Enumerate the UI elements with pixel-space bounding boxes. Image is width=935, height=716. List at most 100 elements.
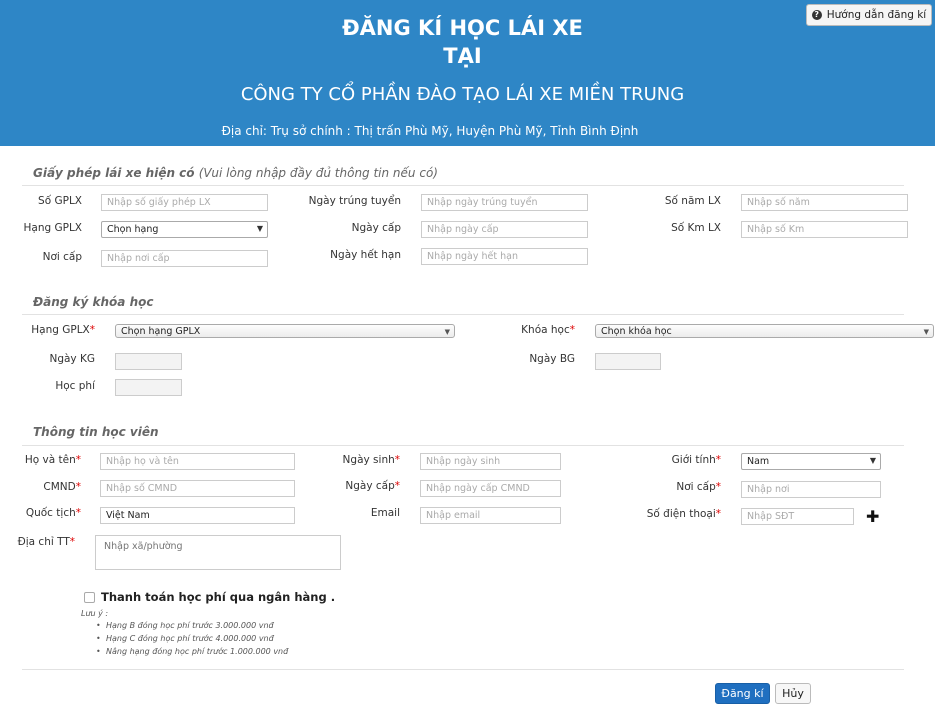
ngay-kg-field	[115, 353, 182, 370]
quoc-tich-input[interactable]: Việt Nam	[100, 507, 295, 524]
label-so-gplx: Số GPLX	[38, 195, 82, 207]
divider	[22, 445, 904, 446]
noi-cap-input[interactable]: Nhập nơi cấp	[101, 250, 268, 267]
divider	[22, 185, 904, 186]
label-gioi-tinh: Giới tính*	[630, 454, 721, 466]
ho-ten-input[interactable]: Nhập họ và tên	[100, 453, 295, 470]
gioi-tinh-select[interactable]: Nam ▼	[741, 453, 881, 470]
caret-down-icon: ▼	[256, 224, 263, 233]
label-ngay-het-han: Ngày hết hạn	[330, 249, 401, 261]
student-noi-cap-input[interactable]: Nhập nơi	[741, 481, 881, 498]
course-section-title: Đăng ký khóa học	[33, 295, 154, 309]
ngay-het-han-input[interactable]: Nhập ngày hết hạn	[421, 248, 588, 265]
page-title-line2: TẠI	[443, 44, 482, 68]
list-item: Hạng C đóng học phí trước 4.000.000 vnđ	[96, 634, 288, 647]
so-gplx-input[interactable]: Nhập số giấy phép LX	[101, 194, 268, 211]
student-section-title: Thông tin học viên	[33, 425, 159, 439]
divider	[22, 669, 904, 670]
bank-payment-label: Thanh toán học phí qua ngân hàng .	[101, 590, 336, 604]
ngay-cap-input[interactable]: Nhập ngày cấp	[421, 221, 588, 238]
question-circle-icon: ?	[811, 10, 822, 20]
required-mark: *	[69, 536, 75, 548]
quoc-tich-label-text: Quốc tịch	[25, 507, 76, 519]
divider	[22, 314, 904, 315]
bank-payment-checkbox[interactable]	[84, 592, 95, 603]
so-km-lx-input[interactable]: Nhập số Km	[741, 221, 908, 238]
header-banner: ĐĂNG KÍ HỌC LÁI XE TẠI CÔNG TY CỔ PHẦN Đ…	[0, 0, 935, 146]
cancel-button[interactable]: Hủy	[775, 683, 811, 704]
label-quoc-tich: Quốc tịch*	[10, 507, 81, 519]
so-nam-lx-input[interactable]: Nhập số năm	[741, 194, 908, 211]
course-hang-gplx-select[interactable]: Chọn hạng GPLX ▼	[115, 324, 455, 338]
gioi-tinh-label-text: Giới tính	[671, 454, 716, 466]
label-email: Email	[370, 507, 400, 519]
label-ngay-bg: Ngày BG	[529, 353, 575, 365]
label-hoc-phi: Học phí	[55, 380, 95, 392]
page-title: ĐĂNG KÍ HỌC LÁI XE	[342, 16, 583, 40]
label-student-noi-cap: Nơi cấp*	[630, 481, 721, 493]
submit-button[interactable]: Đăng kí	[715, 683, 770, 704]
required-mark: *	[394, 454, 400, 466]
required-mark: *	[569, 324, 575, 336]
email-input[interactable]: Nhập email	[420, 507, 561, 524]
required-mark: *	[715, 481, 721, 493]
label-course-hang-gplx: Hạng GPLX*	[20, 324, 95, 336]
ngay-bg-field	[595, 353, 661, 370]
label-dia-chi: Địa chỉ TT*	[5, 536, 75, 548]
note-list: Hạng B đóng học phí trước 3.000.000 vnđ …	[96, 621, 288, 660]
caret-down-icon: ▼	[869, 456, 876, 465]
label-hang-gplx: Hạng GPLX	[23, 222, 83, 234]
license-note-text: (Vui lòng nhập đầy đủ thông tin nếu có)	[198, 166, 438, 180]
registration-page: ĐĂNG KÍ HỌC LÁI XE TẠI CÔNG TY CỔ PHẦN Đ…	[0, 0, 935, 716]
label-so-nam-lx: Số năm LX	[664, 195, 721, 207]
required-mark: *	[75, 481, 81, 493]
list-item: Hạng B đóng học phí trước 3.000.000 vnđ	[96, 621, 288, 634]
required-mark: *	[75, 507, 81, 519]
cmnd-label-text: CMND	[43, 481, 76, 493]
list-item: Nâng hạng đóng học phí trước 1.000.000 v…	[96, 647, 288, 660]
student-ngay-cap-label-text: Ngày cấp	[345, 480, 395, 492]
license-title-text: Giấy phép lái xe hiện có	[33, 166, 195, 180]
ngay-trung-tuyen-input[interactable]: Nhập ngày trúng tuyển	[421, 194, 588, 211]
company-name: CÔNG TY CỔ PHẦN ĐÀO TẠO LÁI XE MIỀN TRUN…	[240, 84, 685, 105]
caret-down-icon: ▼	[923, 328, 929, 336]
ho-ten-label-text: Họ và tên	[24, 454, 76, 466]
label-ngay-sinh: Ngày sinh*	[320, 454, 400, 466]
label-ngay-kg: Ngày KG	[49, 353, 95, 365]
caret-down-icon: ▼	[444, 328, 450, 336]
student-ngay-cap-input[interactable]: Nhập ngày cấp CMND	[420, 480, 561, 497]
ngay-sinh-input[interactable]: Nhập ngày sinh	[420, 453, 561, 470]
so-dien-thoai-label-text: Số điện thoại	[646, 508, 716, 520]
gioi-tinh-value: Nam	[747, 456, 770, 467]
help-button[interactable]: ? Hướng dẫn đăng kí	[806, 4, 932, 26]
label-ngay-cap: Ngày cấp	[351, 222, 401, 234]
help-button-label: Hướng dẫn đăng kí	[826, 9, 927, 21]
required-mark: *	[715, 508, 721, 520]
cmnd-input[interactable]: Nhập số CMND	[100, 480, 295, 497]
required-mark: *	[75, 454, 81, 466]
student-noi-cap-label-text: Nơi cấp	[676, 481, 716, 493]
dia-chi-label-text: Địa chỉ TT	[17, 536, 70, 548]
label-so-km-lx: Số Km LX	[671, 222, 721, 234]
company-address: Địa chỉ: Trụ sở chính : Thị trấn Phù Mỹ,…	[221, 124, 639, 138]
label-so-dien-thoai: Số điện thoại*	[630, 508, 721, 520]
hang-gplx-value: Chọn hạng	[107, 224, 159, 235]
so-dien-thoai-input[interactable]: Nhập SĐT	[741, 508, 854, 525]
label-noi-cap: Nơi cấp	[42, 251, 82, 263]
note-title: Lưu ý :	[81, 609, 109, 618]
required-mark: *	[89, 324, 95, 336]
hoc-phi-field	[115, 379, 182, 396]
label-khoa-hoc: Khóa học*	[500, 324, 575, 336]
hang-gplx-select[interactable]: Chọn hạng ▼	[101, 221, 268, 238]
add-phone-plus-icon[interactable]: ✚	[866, 507, 879, 526]
required-mark: *	[394, 480, 400, 492]
label-student-ngay-cap: Ngày cấp*	[320, 480, 400, 492]
dia-chi-textarea[interactable]	[95, 535, 341, 570]
label-ho-ten: Họ và tên*	[10, 454, 81, 466]
khoa-hoc-label-text: Khóa học	[521, 324, 570, 336]
khoa-hoc-select[interactable]: Chọn khóa học ▼	[595, 324, 934, 338]
course-hang-gplx-value: Chọn hạng GPLX	[121, 326, 201, 337]
ngay-sinh-label-text: Ngày sinh	[342, 454, 395, 466]
khoa-hoc-value: Chọn khóa học	[601, 326, 672, 337]
course-hang-gplx-label-text: Hạng GPLX	[31, 324, 90, 336]
